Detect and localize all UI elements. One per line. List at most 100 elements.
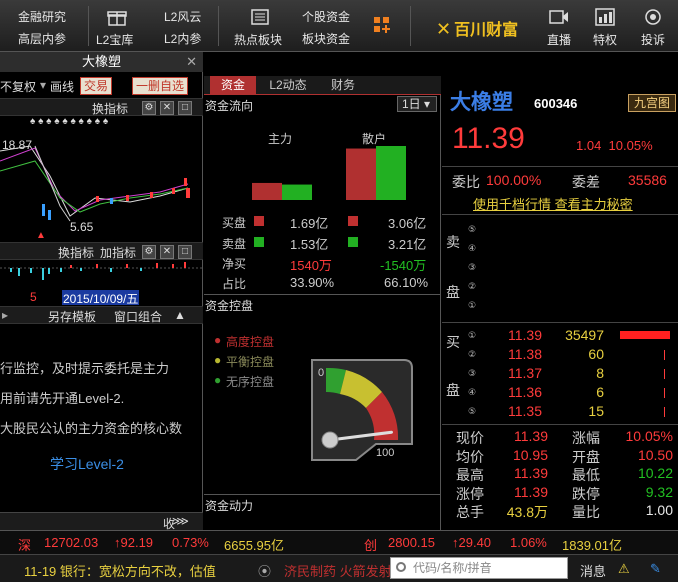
search-box[interactable] — [390, 557, 568, 579]
window-combo-button[interactable]: 窗口组合 — [114, 308, 162, 325]
headset-icon[interactable] — [643, 8, 663, 26]
divider — [204, 294, 441, 295]
cy-label: 创 — [364, 538, 378, 553]
menu-l2-insider[interactable]: L2内参 — [164, 30, 201, 47]
menu-complaint[interactable]: 投诉 — [628, 31, 678, 48]
sell-side-label-2: 盘 — [446, 284, 460, 300]
maximize-icon[interactable]: □ — [178, 101, 192, 115]
bid-4-price[interactable]: 11.36 — [508, 384, 542, 400]
hot-sector-icon[interactable] — [250, 8, 270, 26]
tab-finance[interactable]: 财务 — [320, 76, 366, 95]
menu-insider-reference[interactable]: 高层内参 — [18, 30, 66, 47]
triangle-left-icon[interactable]: ▸ — [2, 308, 8, 322]
broadcast-icon[interactable]: ⦿ — [258, 561, 271, 580]
gift-icon[interactable] — [107, 8, 127, 26]
menu-hot-sectors[interactable]: 热点板块 — [234, 31, 282, 48]
bid-1-price[interactable]: 11.39 — [508, 327, 542, 343]
collapse-up-icon[interactable]: ▲ — [174, 308, 186, 322]
switch-indicator-button[interactable]: 换指标 — [92, 100, 128, 117]
stock-code: 600346 — [534, 96, 578, 111]
trade-button[interactable]: 交易 — [80, 77, 113, 95]
cy-change-value: 29.40 — [458, 535, 492, 550]
video-camera-icon[interactable] — [549, 8, 569, 26]
kline-chart[interactable]: ♠ ♠ ♠ ♠ ♠ ♠ ♠ ♠ ♠ ♠ ▲ — [0, 116, 203, 240]
retail-net-value: -1540万 — [380, 258, 427, 273]
close-icon[interactable]: ✕ — [160, 101, 174, 115]
bid-4-index: ④ — [468, 387, 477, 397]
menu-live[interactable]: 直播 — [534, 31, 584, 48]
switch-indicator-button-2[interactable]: 换指标 — [58, 244, 94, 261]
scroll-marker[interactable] — [186, 188, 190, 198]
sz-change: ↑92.19 — [114, 535, 154, 550]
dropdown-arrow-icon[interactable]: ▾ — [40, 78, 46, 92]
bid-3-volume-bar — [664, 369, 665, 379]
gear-icon[interactable]: ⚙ — [142, 101, 156, 115]
close-icon[interactable]: ✕ — [186, 52, 197, 72]
bid-2-volume-bar — [664, 350, 665, 360]
tab-l2-dynamic[interactable]: L2动态 — [260, 76, 316, 95]
delete-watchlist-button[interactable]: 一删自选 — [132, 77, 189, 95]
panel-title-text: 大橡塑 — [81, 54, 121, 69]
legend-balanced-control: 平衡控盘 — [226, 355, 275, 369]
main-buy-bar — [252, 182, 282, 200]
stat-value-2: 10.05% — [625, 428, 673, 444]
add-indicator-button[interactable]: 加指标 — [100, 244, 136, 261]
stat-value-8: 9.32 — [645, 483, 673, 500]
main-sell-bar — [282, 184, 312, 200]
ask-1-index: ① — [468, 300, 477, 310]
webi-label: 委比 — [452, 174, 480, 190]
maximize-icon[interactable]: □ — [178, 245, 192, 259]
news-ticker[interactable]: 11-19 银行：宽松方向不改，估值 — [24, 561, 216, 580]
sz-index[interactable]: 12702.03 — [44, 535, 98, 550]
mid-tabs: 资金 L2动态 财务 — [204, 76, 441, 95]
menu-l2-risk[interactable]: L2风云 — [164, 8, 201, 25]
bid-2-price[interactable]: 11.38 — [508, 346, 542, 362]
control-gauge: 0 100 — [311, 359, 413, 461]
stat-value-3: 10.95 — [512, 446, 548, 463]
bid-1-volume: 35497 — [565, 327, 604, 343]
save-template-button[interactable]: 另存模板 — [48, 308, 96, 325]
stock-name: 大橡塑 — [450, 91, 513, 114]
fold-button[interactable]: 收起⋙ — [163, 514, 189, 548]
legend-dot-green: ● — [214, 373, 222, 387]
divider — [204, 494, 441, 495]
cy-index[interactable]: 2800.15 — [388, 535, 435, 550]
stock-alert-ticker[interactable]: 济民制药 火箭发射 — [284, 561, 392, 580]
restore-rights-select[interactable]: 不复权 — [0, 78, 36, 95]
section-fund-control: 资金控盘 — [205, 299, 254, 313]
menu-privilege[interactable]: 特权 — [580, 31, 630, 48]
current-price: 11.39 — [452, 122, 525, 155]
warning-icon[interactable]: ⚠ — [618, 561, 630, 577]
grid-plus-icon[interactable] — [372, 16, 392, 34]
stat-label-4: 开盘 — [572, 448, 600, 465]
menu-stock-funds[interactable]: 个股资金 — [302, 8, 350, 25]
news-bar: 11-19 银行：宽松方向不改，估值 ⦿ 济民制药 火箭发射 消息 ⚠ ✎ — [0, 554, 678, 582]
main-ratio-value: 33.90% — [290, 275, 335, 290]
bid-3-price[interactable]: 11.37 — [508, 365, 542, 381]
bid-5-price[interactable]: 11.35 — [508, 403, 542, 419]
period-select[interactable]: 1日 ▾ — [397, 96, 437, 112]
draw-line-button[interactable]: 画线 — [50, 78, 74, 95]
gauge-min: 0 — [318, 367, 324, 379]
nine-grid-button[interactable]: 九宫图 — [628, 94, 676, 112]
stat-value-1: 11.39 — [514, 428, 548, 444]
ask-5-index: ⑤ — [468, 224, 477, 234]
buy-side-label-2: 盘 — [446, 382, 460, 398]
message-button[interactable]: 消息 — [580, 561, 606, 580]
sub-indicator-bar: 换指标 加指标 ⚙ ✕ □ — [0, 242, 203, 260]
close-icon[interactable]: ✕ — [160, 245, 174, 259]
menu-l2-treasure[interactable]: L2宝库 — [96, 31, 133, 48]
gear-icon[interactable]: ⚙ — [142, 245, 156, 259]
thousand-level-link[interactable]: 使用千档行情 查看主力秘密 — [473, 194, 633, 213]
menu-sector-funds[interactable]: 板块资金 — [302, 30, 350, 47]
bid-1-index: ① — [468, 330, 477, 340]
sell-side-label: 卖 — [446, 234, 460, 250]
section-fund-flow: 资金流向 — [205, 99, 254, 113]
menu-financial-research[interactable]: 金融研究 — [18, 8, 66, 25]
bar-chart-icon[interactable] — [595, 8, 615, 26]
feather-icon[interactable]: ✎ — [650, 561, 661, 577]
tab-funds[interactable]: 资金 — [210, 76, 256, 95]
learn-level2-link[interactable]: 学习Level-2 — [50, 454, 124, 474]
bid-5-index: ⑤ — [468, 406, 477, 416]
search-input[interactable] — [413, 560, 563, 576]
